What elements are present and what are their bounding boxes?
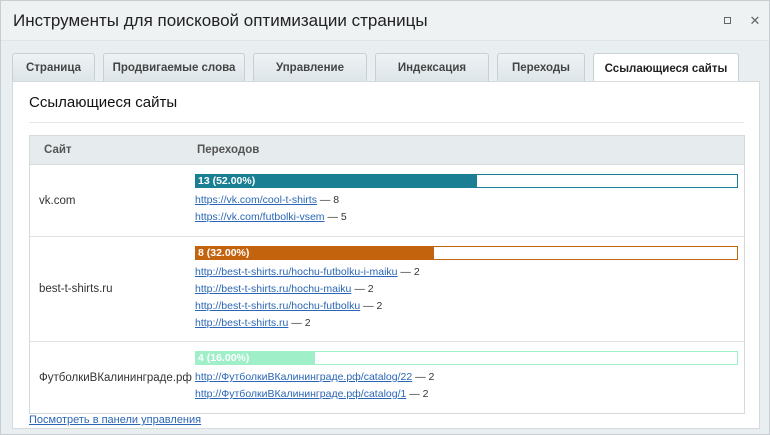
referrer-link[interactable]: http://ФутболкиВКалининграде.рф/catalog/…	[195, 371, 412, 383]
list-item: http://best-t-shirts.ru/hochu-futbolku —…	[195, 298, 744, 315]
list-item: http://best-t-shirts.ru/hochu-futbolku-i…	[195, 264, 744, 281]
tab-bar: Страница Продвигаемые слова Управление И…	[12, 53, 747, 83]
list-item: http://best-t-shirts.ru — 2	[195, 315, 744, 332]
list-item: https://vk.com/futbolki-vsem — 5	[195, 209, 744, 226]
list-item: http://best-t-shirts.ru/hochu-maiku — 2	[195, 281, 744, 298]
list-item: http://ФутболкиВКалининграде.рф/catalog/…	[195, 386, 744, 403]
tab-keywords[interactable]: Продвигаемые слова	[103, 53, 245, 82]
maximize-icon[interactable]	[713, 7, 741, 35]
share-bar: 8 (32.00%)	[195, 246, 738, 260]
referrer-count: — 2	[291, 317, 311, 329]
referrer-link[interactable]: https://vk.com/futbolki-vsem	[195, 211, 325, 223]
column-header-transitions: Переходов	[197, 144, 260, 156]
title-bar: Инструменты для поисковой оптимизации ст…	[1, 1, 769, 41]
table-row: best-t-shirts.ru 8 (32.00%) http://best-…	[30, 237, 744, 342]
transitions-cell: 13 (52.00%) https://vk.com/cool-t-shirts…	[195, 165, 744, 236]
referrer-link[interactable]: http://best-t-shirts.ru	[195, 317, 288, 329]
table-header: Сайт Переходов	[30, 136, 744, 165]
site-name: ФутболкиВКалининграде.рф	[39, 371, 192, 384]
list-item: https://vk.com/cool-t-shirts — 8	[195, 192, 744, 209]
share-bar-label: 8 (32.00%)	[198, 247, 250, 259]
referrer-count: — 2	[415, 371, 435, 383]
open-control-panel-link[interactable]: Посмотреть в панели управления	[29, 414, 201, 426]
site-name: best-t-shirts.ru	[39, 283, 113, 295]
transitions-cell: 4 (16.00%) http://ФутболкиВКалининграде.…	[195, 342, 744, 413]
share-bar: 13 (52.00%)	[195, 174, 738, 188]
referrer-link[interactable]: http://best-t-shirts.ru/hochu-maiku	[195, 283, 351, 295]
tab-referring-sites[interactable]: Ссылающиеся сайты	[593, 53, 739, 83]
table-row: vk.com 13 (52.00%) https://vk.com/cool-t…	[30, 165, 744, 237]
site-name: vk.com	[39, 194, 76, 207]
share-bar-label: 13 (52.00%)	[198, 175, 256, 187]
referring-sites-table: Сайт Переходов vk.com 13 (52.00%) https:…	[29, 135, 745, 414]
list-item: http://ФутболкиВКалининграде.рф/catalog/…	[195, 369, 744, 386]
panel-heading: Ссылающиеся сайты	[29, 94, 178, 111]
referrer-link[interactable]: https://vk.com/cool-t-shirts	[195, 194, 317, 206]
referrer-link[interactable]: http://best-t-shirts.ru/hochu-futbolku	[195, 300, 360, 312]
table-row: ФутболкиВКалининграде.рф 4 (16.00%) http…	[30, 342, 744, 413]
referrer-count: — 2	[400, 266, 420, 278]
share-bar: 4 (16.00%)	[195, 351, 738, 365]
referrer-count: — 8	[319, 194, 340, 206]
window-title: Инструменты для поисковой оптимизации ст…	[13, 10, 428, 30]
referrer-count: — 2	[354, 283, 374, 295]
tab-page[interactable]: Страница	[12, 53, 95, 82]
transitions-cell: 8 (32.00%) http://best-t-shirts.ru/hochu…	[195, 237, 744, 341]
referrer-link[interactable]: http://best-t-shirts.ru/hochu-futbolku-i…	[195, 266, 398, 278]
column-header-site: Сайт	[44, 144, 72, 156]
tab-panel: Ссылающиеся сайты Сайт Переходов vk.com …	[12, 81, 760, 429]
referrer-count: — 2	[409, 388, 429, 400]
tab-transitions[interactable]: Переходы	[497, 53, 585, 82]
referrer-count: — 5	[327, 211, 347, 223]
tab-management[interactable]: Управление	[253, 53, 367, 82]
share-bar-label: 4 (16.00%)	[198, 352, 250, 364]
referrer-link[interactable]: http://ФутболкиВКалининграде.рф/catalog/…	[195, 388, 406, 400]
close-icon[interactable]: ✕	[741, 7, 769, 35]
divider	[29, 122, 744, 123]
tab-indexing[interactable]: Индексация	[375, 53, 489, 82]
seo-tools-window: Инструменты для поисковой оптимизации ст…	[0, 0, 770, 435]
referrer-count: — 2	[363, 300, 383, 312]
